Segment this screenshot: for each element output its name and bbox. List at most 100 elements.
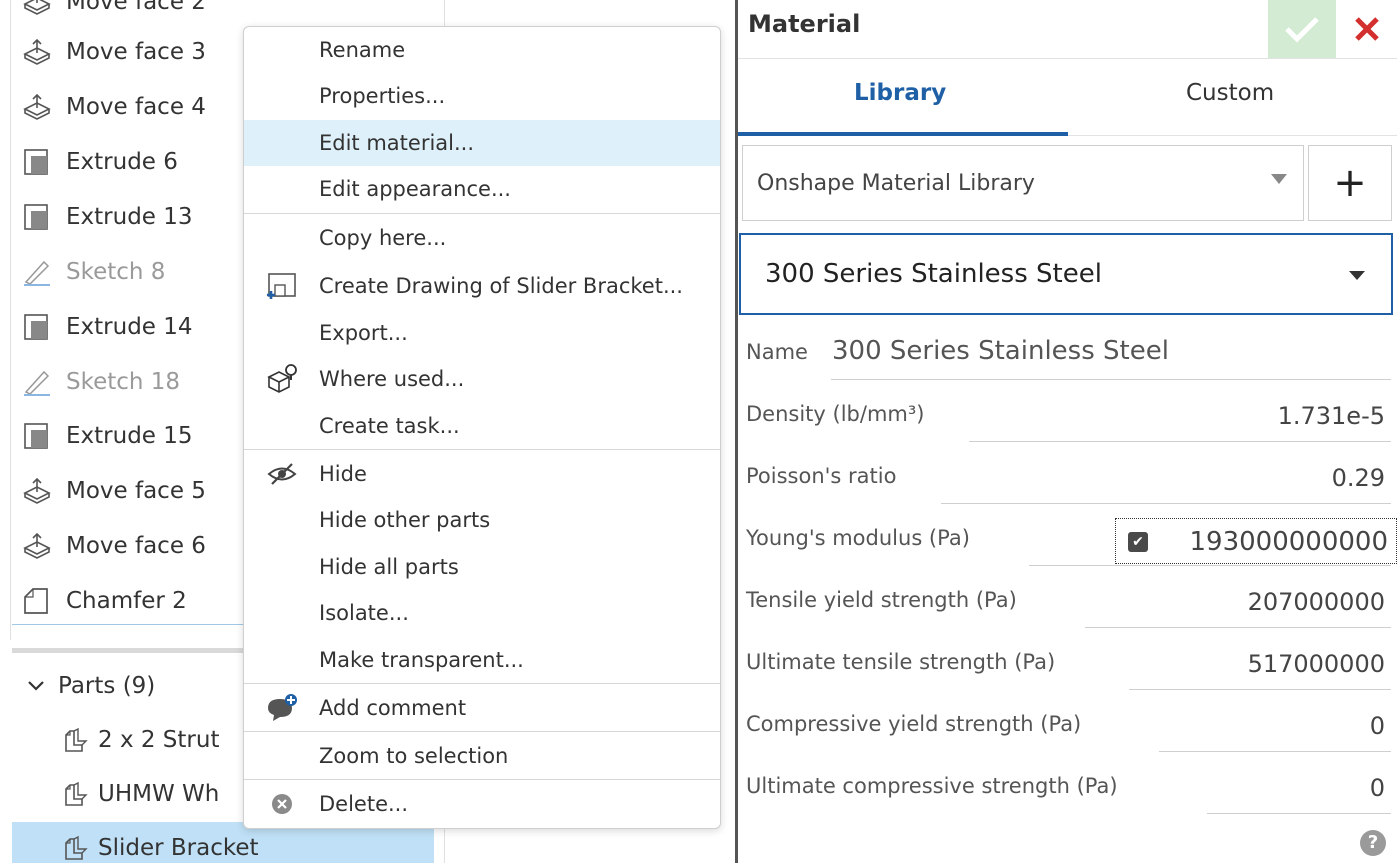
create-drawing-icon bbox=[264, 269, 300, 303]
extrude-icon bbox=[20, 202, 54, 232]
plus-icon: + bbox=[1333, 160, 1367, 206]
youngs-modulus-input[interactable]: ✔ 193000000000 bbox=[1115, 518, 1397, 564]
menu-item-edit-appearance[interactable]: Edit appearance... bbox=[244, 166, 720, 212]
ultimate-tensile-row: Ultimate tensile strength (Pa) 517000000 bbox=[746, 640, 1391, 690]
property-label: Compressive yield strength (Pa) bbox=[746, 712, 1082, 736]
property-label: Young's modulus (Pa) bbox=[746, 526, 970, 550]
extrude-icon bbox=[20, 147, 54, 177]
menu-item-isolate[interactable]: Isolate... bbox=[244, 590, 720, 636]
tab-custom[interactable]: Custom bbox=[1186, 80, 1274, 106]
feature-label: Chamfer 2 bbox=[66, 588, 187, 614]
ultimate-tensile-input[interactable]: 517000000 bbox=[1248, 650, 1385, 678]
menu-item-label: Delete... bbox=[319, 792, 409, 816]
property-label: Density (lb/mm³) bbox=[746, 402, 925, 426]
menu-item-label: Copy here... bbox=[319, 226, 447, 250]
feature-item-move-face-2[interactable]: Move face 2 bbox=[12, 0, 442, 28]
feature-label: Move face 5 bbox=[66, 478, 206, 504]
menu-item-properties[interactable]: Properties... bbox=[244, 73, 720, 119]
sketch-icon bbox=[20, 367, 54, 397]
menu-item-label: Rename bbox=[319, 38, 406, 62]
chevron-down-icon[interactable] bbox=[28, 676, 44, 697]
sketch-icon bbox=[20, 257, 54, 287]
field-underline bbox=[1029, 565, 1391, 566]
field-underline bbox=[831, 379, 1391, 380]
property-label: Tensile yield strength (Pa) bbox=[746, 588, 1017, 612]
ultimate-compressive-input[interactable]: 0 bbox=[1370, 774, 1385, 802]
feature-label: Extrude 14 bbox=[66, 314, 193, 340]
add-library-button[interactable]: + bbox=[1308, 145, 1392, 221]
feature-label: Move face 3 bbox=[66, 39, 206, 65]
menu-item-make-transparent[interactable]: Make transparent... bbox=[244, 637, 720, 683]
tree-left-border bbox=[10, 0, 11, 640]
menu-item-label: Isolate... bbox=[319, 601, 409, 625]
part-icon bbox=[60, 779, 90, 809]
menu-separator bbox=[244, 449, 720, 450]
menu-item-hide-all-parts[interactable]: Hide all parts bbox=[244, 544, 720, 590]
field-underline bbox=[969, 441, 1391, 442]
compressive-yield-row: Compressive yield strength (Pa) 0 bbox=[746, 702, 1391, 752]
menu-item-hide[interactable]: Hide bbox=[244, 451, 720, 497]
feature-label: Extrude 13 bbox=[66, 204, 193, 230]
context-menu: Rename Properties... Edit material... Ed… bbox=[243, 26, 721, 829]
field-underline bbox=[941, 503, 1391, 504]
menu-item-hide-other-parts[interactable]: Hide other parts bbox=[244, 497, 720, 543]
menu-item-add-comment[interactable]: Add comment bbox=[244, 685, 720, 731]
chamfer-icon bbox=[20, 586, 54, 616]
menu-item-copy-here[interactable]: Copy here... bbox=[244, 215, 720, 261]
cancel-button[interactable] bbox=[1336, 0, 1397, 58]
feature-label: Sketch 18 bbox=[66, 369, 181, 395]
menu-separator bbox=[244, 731, 720, 732]
density-input[interactable]: 1.731e-5 bbox=[1278, 402, 1385, 430]
tab-library[interactable]: Library bbox=[854, 80, 946, 106]
feature-label: Move face 4 bbox=[66, 94, 206, 120]
part-label: UHMW Wh bbox=[98, 781, 220, 807]
menu-item-label: Create task... bbox=[319, 414, 460, 438]
delete-icon bbox=[264, 787, 300, 821]
accept-button[interactable] bbox=[1268, 0, 1336, 58]
menu-item-label: Properties... bbox=[319, 84, 446, 108]
menu-item-create-task[interactable]: Create task... bbox=[244, 403, 720, 449]
library-select-value: Onshape Material Library bbox=[757, 170, 1035, 196]
checkbox-checked-icon[interactable]: ✔ bbox=[1128, 532, 1148, 552]
compressive-yield-input[interactable]: 0 bbox=[1370, 712, 1385, 740]
move-face-icon bbox=[20, 92, 54, 122]
menu-item-label: Add comment bbox=[319, 696, 467, 720]
tensile-yield-row: Tensile yield strength (Pa) 207000000 bbox=[746, 578, 1391, 628]
active-tab-indicator bbox=[738, 132, 1068, 136]
library-select[interactable]: Onshape Material Library bbox=[742, 145, 1304, 221]
menu-item-zoom-to-selection[interactable]: Zoom to selection bbox=[244, 733, 720, 779]
menu-item-where-used[interactable]: Where used... bbox=[244, 356, 720, 402]
menu-item-create-drawing[interactable]: Create Drawing of Slider Bracket... bbox=[244, 263, 720, 309]
dropdown-caret-icon bbox=[1349, 271, 1365, 280]
name-label: Name bbox=[746, 340, 808, 364]
tensile-yield-input[interactable]: 207000000 bbox=[1248, 588, 1385, 616]
menu-item-label: Make transparent... bbox=[319, 648, 524, 672]
comment-icon bbox=[264, 691, 300, 725]
part-icon bbox=[60, 725, 90, 755]
extrude-icon bbox=[20, 421, 54, 451]
material-select-value: 300 Series Stainless Steel bbox=[765, 259, 1102, 289]
menu-item-edit-material[interactable]: Edit material... bbox=[244, 120, 720, 166]
feature-label: Extrude 6 bbox=[66, 149, 178, 175]
extrude-icon bbox=[20, 312, 54, 342]
check-icon bbox=[1285, 17, 1319, 43]
menu-item-label: Create Drawing of Slider Bracket... bbox=[319, 274, 683, 298]
material-panel: Material Library Custom Onshape Material… bbox=[738, 0, 1397, 863]
parts-header-label: Parts (9) bbox=[58, 673, 156, 699]
feature-label: Extrude 15 bbox=[66, 423, 193, 449]
menu-item-export[interactable]: Export... bbox=[244, 310, 720, 356]
menu-item-label: Hide other parts bbox=[319, 508, 491, 532]
menu-item-rename[interactable]: Rename bbox=[244, 27, 720, 73]
help-icon[interactable]: ? bbox=[1360, 830, 1386, 856]
name-input[interactable]: 300 Series Stainless Steel bbox=[832, 336, 1169, 366]
menu-separator bbox=[244, 779, 720, 780]
menu-item-delete[interactable]: Delete... bbox=[244, 781, 720, 827]
poissons-ratio-input[interactable]: 0.29 bbox=[1332, 464, 1385, 492]
density-row: Density (lb/mm³) 1.731e-5 bbox=[746, 392, 1391, 442]
menu-item-label: Hide all parts bbox=[319, 555, 459, 579]
menu-item-label: Edit appearance... bbox=[319, 177, 511, 201]
panel-title: Material bbox=[748, 10, 861, 38]
menu-item-label: Where used... bbox=[319, 367, 465, 391]
move-face-icon bbox=[20, 37, 54, 67]
material-select[interactable]: 300 Series Stainless Steel bbox=[739, 233, 1393, 315]
